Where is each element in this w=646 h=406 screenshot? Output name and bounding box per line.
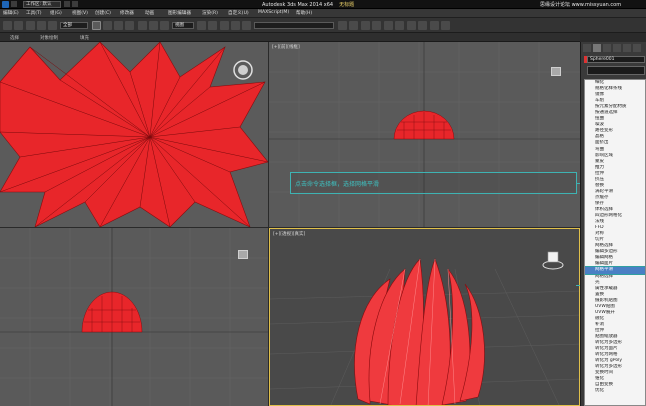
unlink-icon[interactable] <box>37 21 46 30</box>
menu-customize[interactable]: 自定义(U) <box>228 10 249 16</box>
viewport-perspective[interactable]: [+][透视][真实] <box>269 228 580 406</box>
viewport-label-perspective[interactable]: [+][透视][真实] <box>273 231 305 237</box>
menu-animation[interactable]: 动画 <box>145 10 154 16</box>
viewport-front[interactable]: [+][前][线框] <box>269 42 580 227</box>
named-selection-sets[interactable] <box>254 22 334 29</box>
undo-icon[interactable] <box>64 1 70 7</box>
motion-tab-icon[interactable] <box>613 44 621 52</box>
select-rotate-icon[interactable] <box>149 21 158 30</box>
select-manipulate-icon[interactable] <box>208 21 217 30</box>
snap-toggle-icon[interactable] <box>220 21 229 30</box>
render-setup-icon[interactable] <box>418 21 427 30</box>
modifier-dropdown-list[interactable]: 细化 规格化样条线 镜像 车削 按元素分配材质 按通道选择 扭曲 噪波 路径变形 晶格 面挤出 弯曲影… <box>584 79 646 406</box>
menu-graph-editors[interactable]: 图形编辑器 <box>168 10 191 16</box>
graphite-ribbon-icon[interactable] <box>372 21 381 30</box>
menu-views[interactable]: 视图(V) <box>72 10 88 16</box>
undo-icon[interactable] <box>3 21 12 30</box>
menu-edit[interactable]: 编辑(E) <box>3 10 19 16</box>
select-by-name-icon[interactable] <box>103 21 112 30</box>
modify-tab-icon[interactable] <box>593 44 601 52</box>
mesh-dome-front-view <box>393 110 455 140</box>
callout-text: 点击命令选择框，选择网格平滑 <box>295 181 380 188</box>
viewcube-icon[interactable] <box>551 67 561 76</box>
display-tab-icon[interactable] <box>623 44 631 52</box>
menu-modifiers[interactable]: 修改器 <box>120 10 134 16</box>
viewport-top[interactable] <box>0 42 268 227</box>
viewport-label-front[interactable]: [+][前][线框] <box>272 44 300 50</box>
redo-icon[interactable] <box>14 21 23 30</box>
mirror-icon[interactable] <box>338 21 347 30</box>
app-logo-icon[interactable] <box>2 1 9 8</box>
menu-create[interactable]: 创建(C) <box>95 10 111 16</box>
main-toolbar: 全部 视图 <box>0 18 646 33</box>
hierarchy-tab-icon[interactable] <box>603 44 611 52</box>
bind-space-warp-icon[interactable] <box>48 21 57 30</box>
menu-rendering[interactable]: 渲染(R) <box>202 10 218 16</box>
schematic-view-icon[interactable] <box>395 21 404 30</box>
document-title: 无标题 <box>339 2 355 8</box>
menu-group[interactable]: 组(G) <box>50 10 62 16</box>
title-bar: 工作区: 默认 Autodesk 3ds Max 2014 x64 无标题 思缘设… <box>0 0 646 9</box>
reference-coordinate-dropdown[interactable]: 视图 <box>172 22 194 29</box>
selection-filter-dropdown[interactable]: 全部 <box>60 22 88 29</box>
rendered-frame-window-icon[interactable] <box>430 21 439 30</box>
command-panel-tabs <box>583 44 645 53</box>
selection-region-icon[interactable] <box>114 21 123 30</box>
steering-wheel-icon[interactable] <box>232 59 254 81</box>
ribbon-tab-object-paint[interactable]: 对象绘制 <box>40 35 58 41</box>
quick-access-icon[interactable] <box>11 1 17 7</box>
workspace-selector[interactable]: 工作区: 默认 <box>23 1 61 8</box>
ribbon-tab-populate[interactable]: 填充 <box>80 35 89 41</box>
select-object-icon[interactable] <box>92 21 101 30</box>
angle-snap-icon[interactable] <box>231 21 240 30</box>
menu-maxscript[interactable]: MAXScript(M) <box>258 10 289 15</box>
menu-help[interactable]: 帮助(H) <box>296 10 312 16</box>
watermark: 思缘设计论坛 www.missyuan.com <box>540 2 622 8</box>
modifier-list-item[interactable]: 优化 <box>585 388 645 394</box>
select-scale-icon[interactable] <box>160 21 169 30</box>
window-crossing-icon[interactable] <box>125 21 134 30</box>
viewport-left[interactable] <box>0 228 268 406</box>
material-editor-icon[interactable] <box>407 21 416 30</box>
modifier-list-dropdown[interactable] <box>587 66 645 75</box>
tutorial-callout: 点击命令选择框，选择网格平滑 <box>290 172 577 194</box>
ribbon-tab-selection[interactable]: 选择 <box>10 35 19 41</box>
curve-editor-icon[interactable] <box>384 21 393 30</box>
viewcube-icon[interactable] <box>238 250 248 259</box>
redo-icon[interactable] <box>72 1 78 7</box>
link-icon[interactable] <box>26 21 35 30</box>
ribbon-subbar: 选择 对象绘制 填充 <box>0 33 580 42</box>
menu-bar: 编辑(E) 工具(T) 组(G) 视图(V) 创建(C) 修改器 动画 图形编辑… <box>0 9 646 18</box>
mesh-star-top-view <box>0 42 268 227</box>
utilities-tab-icon[interactable] <box>633 44 641 52</box>
percent-snap-icon[interactable] <box>242 21 251 30</box>
render-production-icon[interactable] <box>441 21 450 30</box>
navigation-cube-icon[interactable] <box>542 249 564 271</box>
mesh-cactus-perspective-view <box>354 258 485 405</box>
object-name-field[interactable]: Sphere001 <box>587 56 645 63</box>
create-tab-icon[interactable] <box>583 44 591 52</box>
menu-tools[interactable]: 工具(T) <box>26 10 42 16</box>
app-title: Autodesk 3ds Max 2014 x64 <box>262 2 334 8</box>
mesh-dome-left-view <box>81 291 143 333</box>
pivot-center-icon[interactable] <box>197 21 206 30</box>
select-move-icon[interactable] <box>138 21 147 30</box>
layer-manager-icon[interactable] <box>361 21 370 30</box>
window-title: Autodesk 3ds Max 2014 x64 无标题 <box>262 1 354 8</box>
align-icon[interactable] <box>349 21 358 30</box>
